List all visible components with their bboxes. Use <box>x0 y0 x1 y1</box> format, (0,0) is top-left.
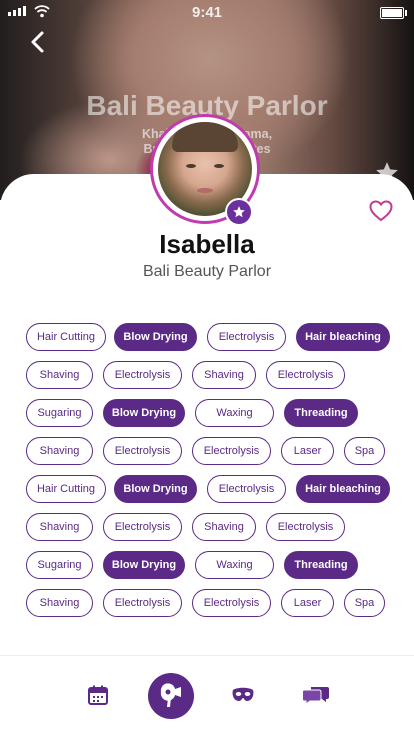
service-chip[interactable]: Spa <box>344 437 385 465</box>
service-chip[interactable]: Laser <box>281 589 334 617</box>
chat-icon[interactable] <box>302 685 330 705</box>
service-chip[interactable]: Electrolysis <box>192 589 271 617</box>
service-chip[interactable]: Waxing <box>195 551 274 579</box>
calendar-icon[interactable] <box>88 685 108 705</box>
profile-name: Isabella <box>159 229 255 259</box>
service-chip[interactable]: Electrolysis <box>266 361 345 389</box>
status-bar: 9:41 <box>0 0 414 26</box>
service-chip[interactable]: Sugaring <box>26 551 93 579</box>
service-chip[interactable]: Electrolysis <box>103 589 182 617</box>
service-chip[interactable]: Shaving <box>26 589 93 617</box>
service-chip[interactable]: Threading <box>284 399 358 427</box>
service-chip[interactable]: Shaving <box>192 361 256 389</box>
service-chip[interactable]: Electrolysis <box>103 361 182 389</box>
service-chip[interactable]: Hair Cutting <box>26 475 106 503</box>
service-chip[interactable]: Electrolysis <box>207 475 286 503</box>
bottom-tab-bar <box>0 655 414 737</box>
service-chip[interactable]: Shaving <box>26 513 93 541</box>
service-chip[interactable]: Blow Drying <box>114 475 197 503</box>
service-chip[interactable]: Blow Drying <box>103 399 185 427</box>
eye-mask-icon[interactable] <box>231 686 255 704</box>
hair-dryer-icon <box>160 683 181 707</box>
service-chip[interactable]: Shaving <box>192 513 256 541</box>
service-chip[interactable]: Electrolysis <box>103 513 182 541</box>
service-chip[interactable]: Electrolysis <box>266 513 345 541</box>
back-chevron-icon[interactable] <box>26 30 50 54</box>
service-chip[interactable]: Waxing <box>195 399 274 427</box>
tab-dryer-button[interactable] <box>148 673 194 719</box>
service-chip[interactable]: Sugaring <box>26 399 93 427</box>
service-chip[interactable]: Laser <box>281 437 334 465</box>
battery-icon <box>380 7 407 19</box>
status-time: 9:41 <box>191 4 223 21</box>
service-chip[interactable]: Hair bleaching <box>296 475 390 503</box>
verified-star-badge <box>225 198 253 226</box>
star-icon <box>233 206 245 218</box>
profile-subtitle: Bali Beauty Parlor <box>142 263 272 280</box>
service-chip[interactable]: Electrolysis <box>103 437 182 465</box>
service-chip[interactable]: Blow Drying <box>103 551 185 579</box>
service-chip[interactable]: Hair Cutting <box>26 323 106 351</box>
service-chip[interactable]: Shaving <box>26 437 93 465</box>
service-chip[interactable]: Hair bleaching <box>296 323 390 351</box>
service-chip[interactable]: Electrolysis <box>192 437 271 465</box>
heart-outline-icon[interactable] <box>369 200 393 222</box>
service-chip[interactable]: Electrolysis <box>207 323 286 351</box>
service-chip[interactable]: Blow Drying <box>114 323 197 351</box>
service-chip[interactable]: Shaving <box>26 361 93 389</box>
service-chip[interactable]: Threading <box>284 551 358 579</box>
service-chip[interactable]: Spa <box>344 589 385 617</box>
